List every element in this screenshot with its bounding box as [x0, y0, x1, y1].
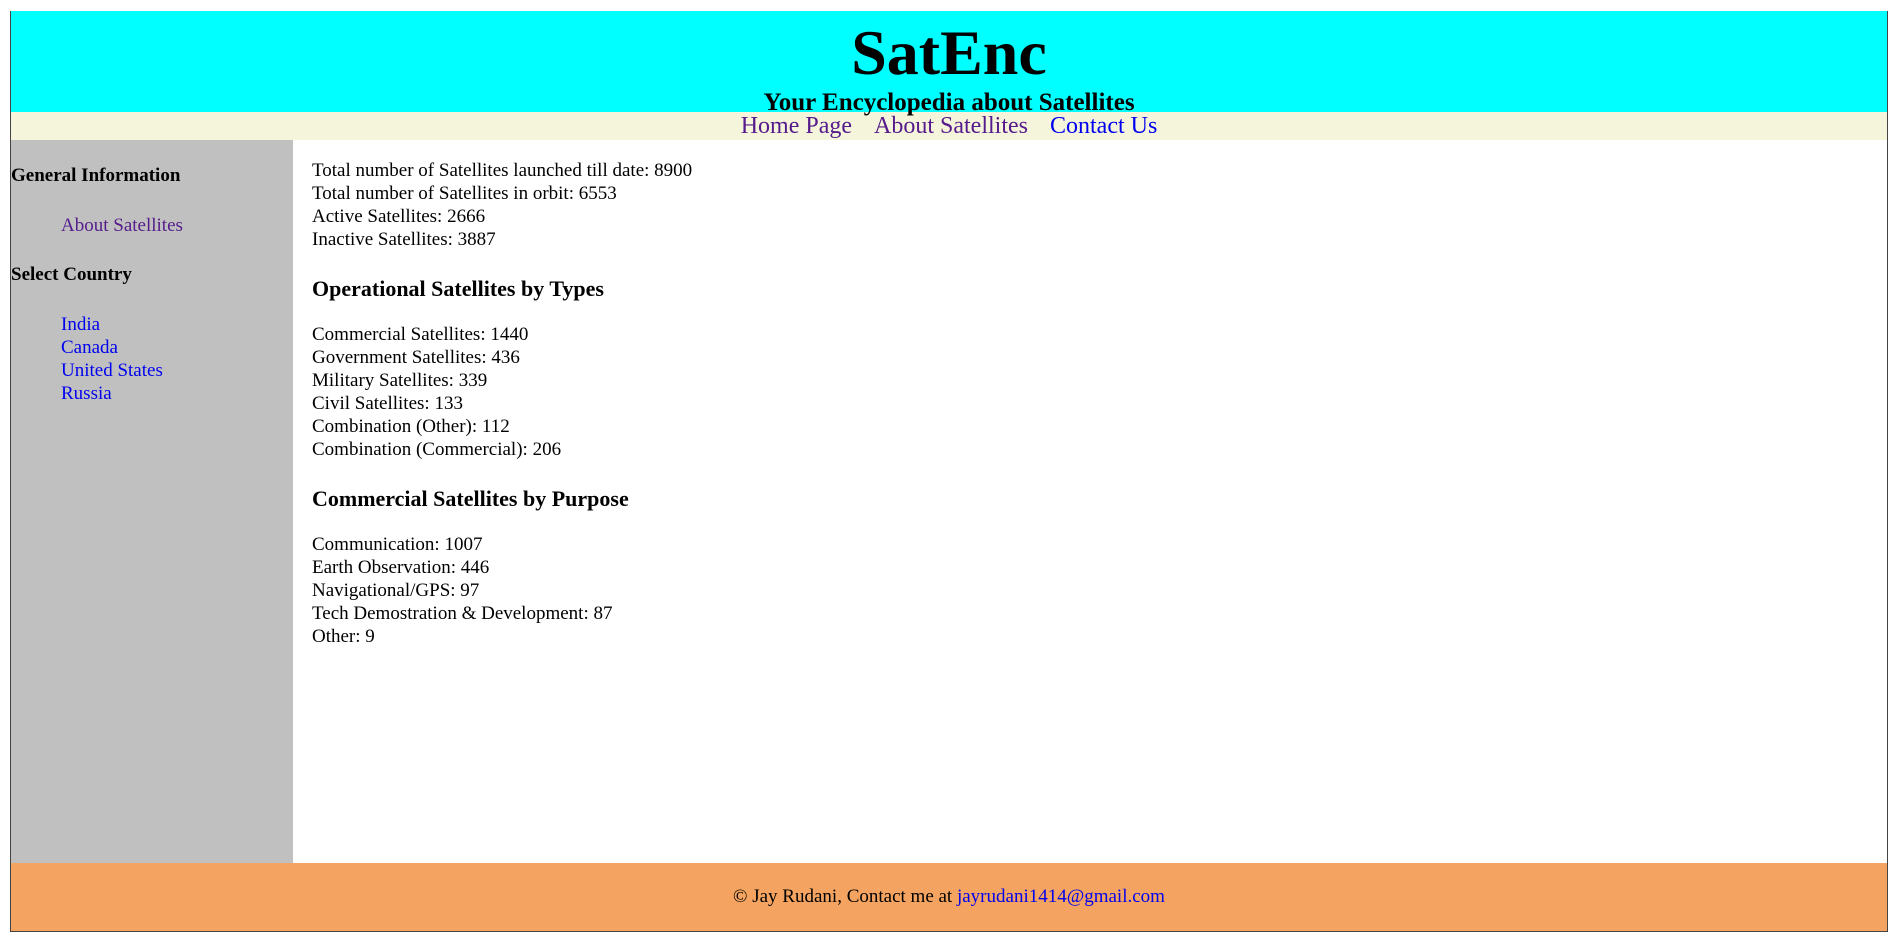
sidebar-item-india: India — [61, 313, 163, 336]
site-subtitle: Your Encyclopedia about Satellites — [763, 89, 1135, 116]
country-link-india[interactable]: India — [61, 314, 100, 335]
footer-text: © Jay Rudani, Contact me at — [733, 886, 953, 907]
sidebar-about-link[interactable]: About Satellites — [61, 215, 183, 236]
footer-email-link[interactable]: jayrudani1414@gmail.com — [957, 886, 1165, 907]
types-heading: Operational Satellites by Types — [312, 276, 604, 301]
type-combination-other: Combination (Other): 112 — [312, 416, 510, 437]
sidebar-country-list: India Canada United States Russia — [61, 313, 163, 405]
site-footer: © Jay Rudani, Contact me at jayrudani141… — [11, 863, 1887, 931]
country-link-united-states[interactable]: United States — [61, 360, 163, 381]
stat-total-launched: Total number of Satellites launched till… — [312, 160, 693, 181]
purpose-communication: Communication: 1007 — [312, 534, 483, 555]
sidebar-item-canada: Canada — [61, 336, 163, 359]
site-title: SatEnc — [851, 17, 1047, 88]
nav-contact-link[interactable]: Contact Us — [1050, 113, 1157, 139]
page-container: SatEnc Your Encyclopedia about Satellite… — [10, 11, 1888, 932]
sidebar-country-heading: Select Country — [11, 264, 132, 285]
sidebar: General Information About Satellites Sel… — [11, 140, 293, 865]
purpose-other: Other: 9 — [312, 626, 375, 647]
type-commercial: Commercial Satellites: 1440 — [312, 324, 529, 345]
country-link-russia[interactable]: Russia — [61, 383, 112, 404]
type-government: Government Satellites: 436 — [312, 347, 520, 368]
sidebar-item-russia: Russia — [61, 382, 163, 405]
main-content: Total number of Satellites launched till… — [312, 159, 692, 648]
stat-inactive: Inactive Satellites: 3887 — [312, 229, 496, 250]
purpose-earth-observation: Earth Observation: 446 — [312, 557, 490, 578]
purpose-navigational: Navigational/GPS: 97 — [312, 580, 480, 601]
type-combination-commercial: Combination (Commercial): 206 — [312, 439, 562, 460]
type-civil: Civil Satellites: 133 — [312, 393, 463, 414]
sidebar-item-about: About Satellites — [61, 214, 183, 237]
main-area: General Information About Satellites Sel… — [11, 140, 1887, 865]
top-nav: Home Page About Satellites Contact Us — [11, 112, 1887, 140]
site-header: SatEnc Your Encyclopedia about Satellite… — [11, 11, 1887, 116]
stat-active: Active Satellites: 2666 — [312, 206, 486, 227]
purpose-heading: Commercial Satellites by Purpose — [312, 486, 629, 511]
sidebar-general-heading: General Information — [11, 165, 181, 186]
purpose-tech-demo: Tech Demostration & Development: 87 — [312, 603, 613, 624]
nav-home-link[interactable]: Home Page — [741, 113, 852, 139]
country-link-canada[interactable]: Canada — [61, 337, 118, 358]
stat-total-orbit: Total number of Satellites in orbit: 655… — [312, 183, 617, 204]
sidebar-general-list: About Satellites — [61, 214, 183, 237]
sidebar-item-united-states: United States — [61, 359, 163, 382]
nav-about-link[interactable]: About Satellites — [874, 113, 1028, 139]
type-military: Military Satellites: 339 — [312, 370, 488, 391]
